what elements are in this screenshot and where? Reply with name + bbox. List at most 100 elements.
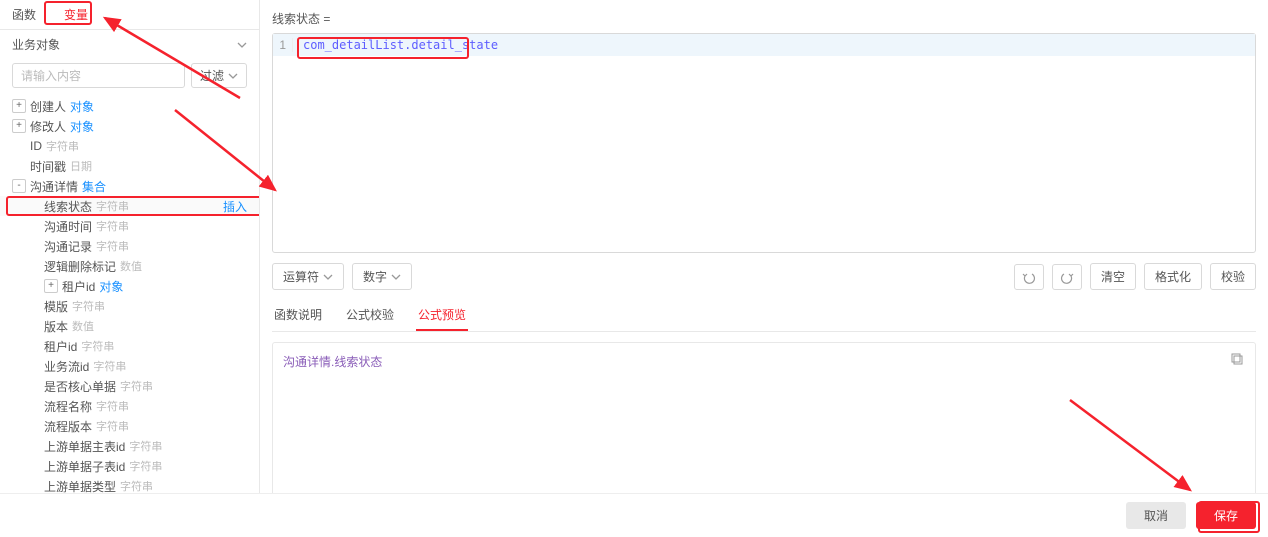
tree-label: 租户id bbox=[62, 278, 95, 295]
tree-type: 字符串 bbox=[129, 458, 162, 474]
tree-type: 字符串 bbox=[96, 398, 129, 414]
tree-type: 字符串 bbox=[46, 138, 79, 154]
tree-item[interactable]: 流程版本字符串 bbox=[0, 416, 259, 436]
chevron-down-icon bbox=[323, 272, 333, 282]
tree-type: 对象 bbox=[70, 118, 94, 135]
tree-item-timestamp[interactable]: 时间戳 日期 bbox=[0, 156, 259, 176]
tab-variable[interactable]: 变量 bbox=[60, 0, 92, 29]
tree-item[interactable]: 版本数值 bbox=[0, 316, 259, 336]
filter-button[interactable]: 过滤 bbox=[191, 63, 247, 88]
subtab-desc[interactable]: 函数说明 bbox=[272, 300, 324, 331]
tree-label: 逻辑删除标记 bbox=[44, 258, 116, 275]
chevron-down-icon bbox=[237, 40, 247, 50]
collapse-icon[interactable]: - bbox=[12, 179, 26, 193]
tree-item[interactable]: 逻辑删除标记数值 bbox=[0, 256, 259, 276]
expand-icon[interactable]: + bbox=[12, 99, 26, 113]
operator-label: 运算符 bbox=[283, 268, 319, 285]
code-editor[interactable]: 1 com_detailList.detail_state bbox=[272, 33, 1256, 253]
chevron-down-icon bbox=[228, 71, 238, 81]
tree-item[interactable]: 是否核心单据字符串 bbox=[0, 376, 259, 396]
tree-type: 字符串 bbox=[96, 238, 129, 254]
tree-label: 租户id bbox=[44, 338, 77, 355]
tree-type: 对象 bbox=[70, 98, 94, 115]
tree-type: 字符串 bbox=[93, 358, 126, 374]
tree-label: 上游单据类型 bbox=[44, 478, 116, 495]
search-input[interactable] bbox=[12, 63, 185, 88]
cancel-button[interactable]: 取消 bbox=[1126, 502, 1186, 529]
tree-label: 时间戳 bbox=[30, 158, 66, 175]
redo-button[interactable] bbox=[1052, 264, 1082, 290]
left-tabs: 函数 变量 bbox=[0, 0, 259, 30]
undo-button[interactable] bbox=[1014, 264, 1044, 290]
tree-item-detail[interactable]: - 沟通详情 集合 bbox=[0, 176, 259, 196]
tree-label: 版本 bbox=[44, 318, 68, 335]
tree-type: 字符串 bbox=[96, 198, 129, 214]
editor-title: 线索状态 = bbox=[272, 8, 1256, 33]
tree-label: 上游单据子表id bbox=[44, 458, 125, 475]
tree-label: 流程名称 bbox=[44, 398, 92, 415]
tab-function[interactable]: 函数 bbox=[8, 0, 40, 29]
expand-icon[interactable]: + bbox=[44, 279, 58, 293]
preview-area: 沟通详情.线索状态 bbox=[272, 342, 1256, 497]
tree-type: 字符串 bbox=[72, 298, 105, 314]
save-button[interactable]: 保存 bbox=[1196, 502, 1256, 529]
tree-type: 日期 bbox=[70, 158, 92, 174]
tree-type: 字符串 bbox=[96, 418, 129, 434]
expand-icon[interactable]: + bbox=[12, 119, 26, 133]
variable-tree: + 创建人 对象 + 修改人 对象 ID 字符串 时间戳 日期 - 沟通详情 bbox=[0, 92, 259, 497]
tree-label: 沟通详情 bbox=[30, 178, 78, 195]
tree-item-tenant[interactable]: + 租户id对象 bbox=[0, 276, 259, 296]
tree-item-creator[interactable]: + 创建人 对象 bbox=[0, 96, 259, 116]
tree-label: ID bbox=[30, 139, 42, 153]
subtab-preview[interactable]: 公式预览 bbox=[416, 300, 468, 331]
format-button[interactable]: 格式化 bbox=[1144, 263, 1202, 290]
subtab-check[interactable]: 公式校验 bbox=[344, 300, 396, 331]
tree-item-id[interactable]: ID 字符串 bbox=[0, 136, 259, 156]
tree-type: 字符串 bbox=[129, 438, 162, 454]
tree-label: 修改人 bbox=[30, 118, 66, 135]
number-label: 数字 bbox=[363, 268, 387, 285]
tree-type: 数值 bbox=[120, 258, 142, 274]
tree-label: 创建人 bbox=[30, 98, 66, 115]
tree-type: 字符串 bbox=[120, 378, 153, 394]
tree-item[interactable]: 模版字符串 bbox=[0, 296, 259, 316]
chevron-down-icon bbox=[391, 272, 401, 282]
validate-button[interactable]: 校验 bbox=[1210, 263, 1256, 290]
tree-item[interactable]: 上游单据主表id字符串 bbox=[0, 436, 259, 456]
biz-object-header[interactable]: 业务对象 bbox=[0, 30, 259, 59]
tree-label: 上游单据主表id bbox=[44, 438, 125, 455]
insert-button[interactable]: 插入 bbox=[223, 198, 247, 215]
tree-label: 是否核心单据 bbox=[44, 378, 116, 395]
copy-icon[interactable] bbox=[1231, 353, 1245, 370]
tree-label: 流程版本 bbox=[44, 418, 92, 435]
tree-type: 字符串 bbox=[96, 218, 129, 234]
tree-item[interactable]: 业务流id字符串 bbox=[0, 356, 259, 376]
tree-label: 业务流id bbox=[44, 358, 89, 375]
sub-tabs: 函数说明 公式校验 公式预览 bbox=[272, 300, 1256, 332]
footer: 取消 保存 bbox=[0, 493, 1268, 537]
clear-button[interactable]: 清空 bbox=[1090, 263, 1136, 290]
biz-object-label: 业务对象 bbox=[12, 36, 60, 53]
redo-icon bbox=[1060, 270, 1074, 284]
undo-icon bbox=[1022, 270, 1036, 284]
tree-item-state[interactable]: 线索状态 字符串 插入 bbox=[0, 196, 259, 216]
tree-type: 字符串 bbox=[120, 478, 153, 494]
tree-type: 字符串 bbox=[81, 338, 114, 354]
number-button[interactable]: 数字 bbox=[352, 263, 412, 290]
preview-text: 沟通详情.线索状态 bbox=[283, 355, 382, 369]
tree-label: 沟通记录 bbox=[44, 238, 92, 255]
code-token: com_detailList.detail_state bbox=[293, 38, 498, 52]
tree-item-modifier[interactable]: + 修改人 对象 bbox=[0, 116, 259, 136]
tree-label: 沟通时间 bbox=[44, 218, 92, 235]
tree-label: 模版 bbox=[44, 298, 68, 315]
tree-item[interactable]: 沟通记录字符串 bbox=[0, 236, 259, 256]
tree-item[interactable]: 上游单据子表id字符串 bbox=[0, 456, 259, 476]
tree-type: 对象 bbox=[99, 278, 123, 295]
tree-item[interactable]: 流程名称字符串 bbox=[0, 396, 259, 416]
tree-item[interactable]: 沟通时间字符串 bbox=[0, 216, 259, 236]
tree-type: 数值 bbox=[72, 318, 94, 334]
tree-item[interactable]: 租户id字符串 bbox=[0, 336, 259, 356]
tree-type: 集合 bbox=[82, 178, 106, 195]
tree-label: 线索状态 bbox=[44, 198, 92, 215]
operator-button[interactable]: 运算符 bbox=[272, 263, 344, 290]
